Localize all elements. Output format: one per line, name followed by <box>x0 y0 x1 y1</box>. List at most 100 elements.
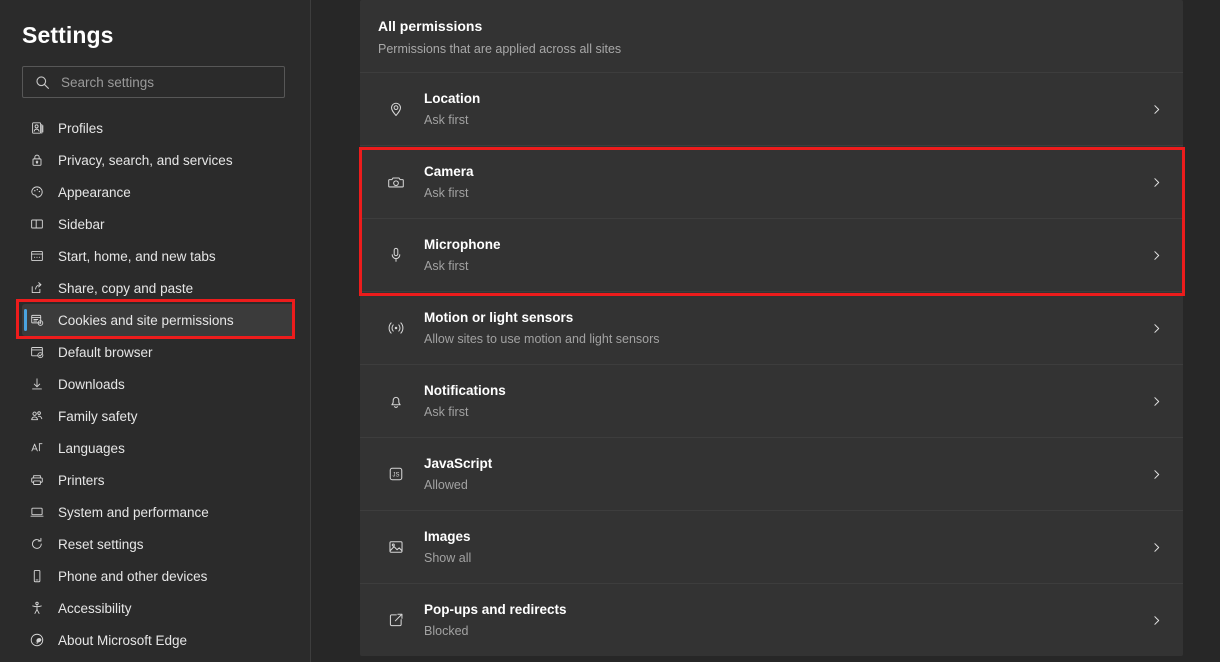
permission-row-camera[interactable]: Camera Ask first <box>360 145 1183 218</box>
sidebar-item-default-browser[interactable]: Default browser <box>22 336 294 368</box>
download-icon <box>22 376 52 392</box>
reset-icon <box>22 536 52 552</box>
permission-title: Location <box>424 91 481 106</box>
search-settings-box[interactable] <box>22 66 285 98</box>
all-permissions-card: All permissions Permissions that are app… <box>360 0 1183 656</box>
sidebar-item-label: System and performance <box>58 504 209 520</box>
search-icon <box>23 75 61 90</box>
sidebar-item-family-safety[interactable]: Family safety <box>22 400 294 432</box>
chevron-right-icon[interactable] <box>1150 614 1163 627</box>
sidebar-item-system-and-performance[interactable]: System and performance <box>22 496 294 528</box>
permission-text: Notifications Ask first <box>414 383 1150 419</box>
search-input[interactable] <box>61 74 271 90</box>
sidebar-item-accessibility[interactable]: Accessibility <box>22 592 294 624</box>
sidebar-item-label: Phone and other devices <box>58 568 208 584</box>
sidebar-item-downloads[interactable]: Downloads <box>22 368 294 400</box>
chevron-right-icon[interactable] <box>1150 322 1163 335</box>
chevron-right-icon[interactable] <box>1150 176 1163 189</box>
sidebar-item-label: Languages <box>58 440 125 456</box>
permissions-heading: All permissions <box>378 18 483 34</box>
sidebar-item-label: About Microsoft Edge <box>58 632 188 648</box>
sidebar-item-label: Start, home, and new tabs <box>58 248 216 264</box>
permission-text: Motion or light sensors Allow sites to us… <box>414 310 1150 346</box>
permission-status: Ask first <box>424 186 469 200</box>
sidebar-item-share-copy-and-paste[interactable]: Share, copy and paste <box>22 272 294 304</box>
permission-row-microphone[interactable]: Microphone Ask first <box>360 218 1183 291</box>
sidebar-item-label: Family safety <box>58 408 138 424</box>
permission-title: Microphone <box>424 237 501 252</box>
sidebar-item-label: Sidebar <box>58 216 105 232</box>
permission-title: JavaScript <box>424 456 493 471</box>
permission-text: Pop-ups and redirects Blocked <box>414 602 1150 638</box>
sidebar-item-label: Privacy, search, and services <box>58 152 233 168</box>
sidebar-item-appearance[interactable]: Appearance <box>22 176 294 208</box>
sidebar-item-label: Profiles <box>58 120 104 136</box>
chevron-right-icon[interactable] <box>1150 103 1163 116</box>
chevron-right-icon[interactable] <box>1150 541 1163 554</box>
permission-status: Ask first <box>424 259 469 273</box>
sidebar-item-languages[interactable]: Languages <box>22 432 294 464</box>
printer-icon <box>22 472 52 488</box>
phone-icon <box>22 568 52 584</box>
permission-text: Location Ask first <box>414 91 1150 127</box>
sidebar-item-label: Printers <box>58 472 105 488</box>
permission-status: Allow sites to use motion and light sens… <box>424 332 660 346</box>
sidebar-item-label: Cookies and site permissions <box>58 312 234 328</box>
permission-status: Ask first <box>424 113 469 127</box>
permission-text: JavaScript Allowed <box>414 456 1150 492</box>
default-browser-icon <box>22 344 52 360</box>
sidebar-item-profiles[interactable]: Profiles <box>22 112 294 144</box>
bell-icon <box>378 392 414 410</box>
permission-title: Images <box>424 529 471 544</box>
javascript-icon: JS <box>378 465 414 483</box>
sidebar-item-label: Accessibility <box>58 600 132 616</box>
family-icon <box>22 408 52 424</box>
languages-icon <box>22 440 52 456</box>
edge-icon <box>22 632 52 648</box>
permissions-subheading: Permissions that are applied across all … <box>378 42 622 56</box>
popup-icon <box>378 611 414 629</box>
chevron-right-icon[interactable] <box>1150 395 1163 408</box>
sidebar-item-reset-settings[interactable]: Reset settings <box>22 528 294 560</box>
permission-text: Camera Ask first <box>414 164 1150 200</box>
sidebar-item-cookies-and-site-permissions[interactable]: Cookies and site permissions <box>22 304 294 336</box>
chevron-right-icon[interactable] <box>1150 468 1163 481</box>
permission-title: Camera <box>424 164 474 179</box>
permission-status: Blocked <box>424 624 469 638</box>
settings-sidebar: Settings Profiles Privacy, search, and se… <box>0 0 311 662</box>
lock-icon <box>22 152 52 168</box>
sidebar-icon <box>22 216 52 232</box>
permission-row-location[interactable]: Location Ask first <box>360 72 1183 145</box>
sidebar-item-about-microsoft-edge[interactable]: About Microsoft Edge <box>22 624 294 656</box>
card-header: All permissions Permissions that are app… <box>360 0 1183 72</box>
sidebar-item-label: Share, copy and paste <box>58 280 194 296</box>
share-icon <box>22 280 52 296</box>
sidebar-item-sidebar[interactable]: Sidebar <box>22 208 294 240</box>
permission-row-pop-ups-and-redirects[interactable]: Pop-ups and redirects Blocked <box>360 583 1183 656</box>
permission-row-motion-or-light-sensors[interactable]: Motion or light sensors Allow sites to us… <box>360 291 1183 364</box>
permission-status: Show all <box>424 551 472 565</box>
sidebar-item-printers[interactable]: Printers <box>22 464 294 496</box>
system-icon <box>22 504 52 520</box>
sidebar-item-label: Downloads <box>58 376 125 392</box>
permission-title: Pop-ups and redirects <box>424 602 567 617</box>
profiles-icon <box>22 120 52 136</box>
accessibility-icon <box>22 600 52 616</box>
permission-row-notifications[interactable]: Notifications Ask first <box>360 364 1183 437</box>
permission-status: Ask first <box>424 405 469 419</box>
permission-status: Allowed <box>424 478 468 492</box>
palette-icon <box>22 184 52 200</box>
permission-title: Motion or light sensors <box>424 310 574 325</box>
svg-text:JS: JS <box>393 473 400 479</box>
settings-page: Settings Profiles Privacy, search, and se… <box>0 0 1220 662</box>
permission-row-javascript[interactable]: JS JavaScript Allowed <box>360 437 1183 510</box>
selection-indicator <box>24 309 27 331</box>
sidebar-item-phone-and-other-devices[interactable]: Phone and other devices <box>22 560 294 592</box>
sidebar-item-start-home-and-new-tabs[interactable]: Start, home, and new tabs <box>22 240 294 272</box>
permission-row-images[interactable]: Images Show all <box>360 510 1183 583</box>
camera-icon <box>378 173 414 191</box>
sidebar-item-privacy-search-and-services[interactable]: Privacy, search, and services <box>22 144 294 176</box>
chevron-right-icon[interactable] <box>1150 249 1163 262</box>
sidebar-item-label: Appearance <box>58 184 131 200</box>
permission-text: Images Show all <box>414 529 1150 565</box>
